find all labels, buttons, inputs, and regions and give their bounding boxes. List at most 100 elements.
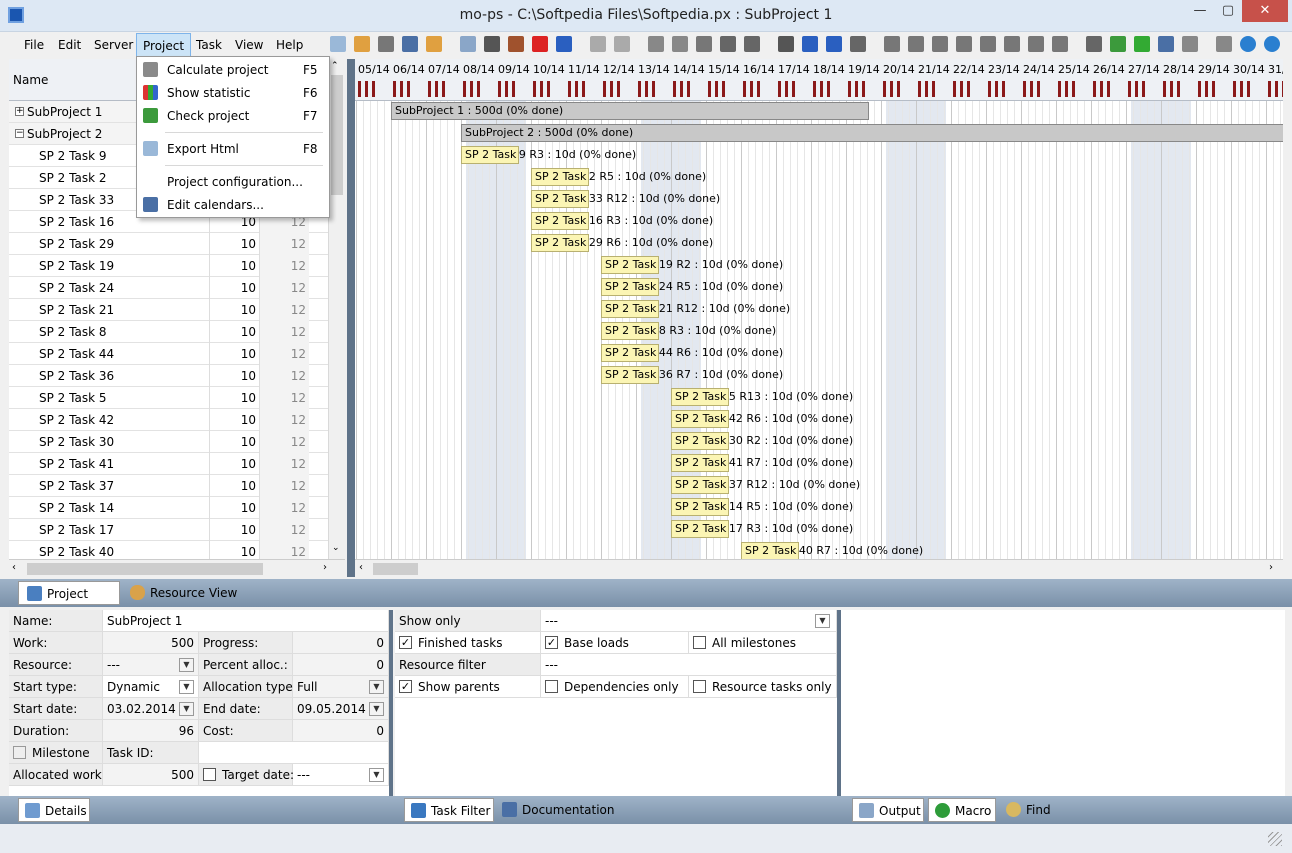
resource-select[interactable]: --- ▼	[103, 654, 199, 676]
refresh-icon[interactable]	[648, 36, 664, 52]
save-icon[interactable]	[378, 36, 394, 52]
table-row[interactable]: SP 2 Task 8 10 12	[9, 321, 336, 343]
name-field[interactable]: SubProject 1	[103, 610, 389, 632]
table-row[interactable]: SP 2 Task 14 10 12	[9, 497, 336, 519]
chevron-down-icon[interactable]: ▼	[179, 702, 194, 716]
end-date-field[interactable]: 09.05.2014 ▼	[293, 698, 389, 720]
open-icon[interactable]	[354, 36, 370, 52]
table-row[interactable]: SP 2 Task 30 10 12	[9, 431, 336, 453]
align-left-icon[interactable]	[884, 36, 900, 52]
panel-divider[interactable]	[389, 610, 393, 822]
chevron-down-icon[interactable]: ▼	[369, 768, 384, 782]
tab-project-view[interactable]: Project View	[18, 581, 120, 625]
show-parents-checkbox[interactable]: ✓	[399, 680, 412, 693]
indent-icon[interactable]	[802, 36, 818, 52]
scroll-thumb[interactable]	[373, 563, 418, 575]
move-up-icon[interactable]	[932, 36, 948, 52]
expand-icon[interactable]: +	[15, 107, 24, 116]
cut-icon[interactable]	[484, 36, 500, 52]
outdent-icon[interactable]	[826, 36, 842, 52]
pane-splitter[interactable]	[347, 59, 355, 577]
undo-icon[interactable]	[590, 36, 606, 52]
menu-task[interactable]: Task	[196, 33, 222, 57]
export-icon[interactable]	[1182, 36, 1198, 52]
target-date-checkbox[interactable]	[203, 768, 216, 781]
close-button[interactable]: ✕	[1242, 0, 1288, 22]
merge-icon[interactable]	[1052, 36, 1068, 52]
level-up-icon[interactable]	[980, 36, 996, 52]
scroll-thumb[interactable]	[331, 75, 343, 195]
chevron-down-icon[interactable]: ▼	[179, 680, 194, 694]
table-row[interactable]: SP 2 Task 37 10 12	[9, 475, 336, 497]
tab-output[interactable]: Output	[852, 798, 924, 822]
menu-project[interactable]: Project	[136, 33, 192, 57]
table-row[interactable]: SP 2 Task 21 10 12	[9, 299, 336, 321]
table-row[interactable]: SP 2 Task 17 10 12	[9, 519, 336, 541]
resource-filter-field[interactable]: ---	[541, 654, 837, 676]
target-date-select[interactable]: --- ▼	[293, 764, 389, 786]
resize-grip-icon[interactable]	[1268, 832, 1282, 846]
tab-task-filter[interactable]: Task Filter	[404, 798, 494, 822]
level-down-icon[interactable]	[1004, 36, 1020, 52]
all-milestones-option[interactable]: All milestones	[689, 632, 837, 654]
redo-icon[interactable]	[614, 36, 630, 52]
tab-find[interactable]: Find	[1000, 798, 1070, 822]
menu-check-project[interactable]: Check project F7	[139, 105, 327, 127]
info-icon[interactable]	[1240, 36, 1256, 52]
print-icon[interactable]	[720, 36, 736, 52]
calculator-icon[interactable]	[1086, 36, 1102, 52]
print-preview-icon[interactable]	[744, 36, 760, 52]
allocation-type-select[interactable]: Full ▼	[293, 676, 389, 698]
save-as-icon[interactable]	[402, 36, 418, 52]
maximize-button[interactable]: ▢	[1214, 0, 1242, 22]
scroll-left-icon[interactable]: ‹	[12, 562, 16, 573]
tab-details[interactable]: Details	[18, 798, 90, 822]
tree-icon[interactable]	[426, 36, 442, 52]
delete-icon[interactable]	[532, 36, 548, 52]
milestone-checkbox[interactable]	[13, 746, 26, 759]
delete-all-icon[interactable]	[556, 36, 572, 52]
link-icon[interactable]	[778, 36, 794, 52]
scroll-right-icon[interactable]: ›	[1269, 562, 1273, 573]
grid-vertical-scrollbar[interactable]: ⌃ ⌄	[328, 59, 345, 559]
scroll-right-icon[interactable]: ›	[323, 562, 327, 573]
milestone-checkbox-row[interactable]: Milestone	[9, 742, 103, 764]
all-milestones-checkbox[interactable]	[693, 636, 706, 649]
scroll-left-icon[interactable]: ‹	[359, 562, 363, 573]
task-id-field[interactable]	[199, 742, 389, 764]
table-row[interactable]: SP 2 Task 40 10 12	[9, 541, 336, 559]
menu-file[interactable]: File	[24, 33, 44, 57]
chevron-down-icon[interactable]: ▼	[369, 680, 384, 694]
base-loads-checkbox[interactable]: ✓	[545, 636, 558, 649]
finished-tasks-checkbox[interactable]: ✓	[399, 636, 412, 649]
minimize-button[interactable]: —	[1186, 0, 1214, 22]
gantt-chart[interactable]: 05/14 06/14 07/14 08/14 09/14 10/14 11/14 12/14…	[355, 59, 1283, 559]
start-date-field[interactable]: 03.02.2014 ▼	[103, 698, 199, 720]
zoom-in-icon[interactable]	[672, 36, 688, 52]
table-row[interactable]: SP 2 Task 5 10 12	[9, 387, 336, 409]
tab-macro[interactable]: Macro	[928, 798, 996, 822]
new-doc-icon[interactable]	[330, 36, 346, 52]
collapse-icon[interactable]: −	[15, 129, 24, 138]
move-down-icon[interactable]	[956, 36, 972, 52]
summary-bar[interactable]: SubProject 1 : 500d (0% done)	[391, 102, 869, 120]
paste-icon[interactable]	[508, 36, 524, 52]
resource-tasks-only-checkbox[interactable]	[693, 680, 706, 693]
align-right-icon[interactable]	[908, 36, 924, 52]
menu-project-configuration[interactable]: Project configuration...	[139, 171, 327, 193]
menu-edit[interactable]: Edit	[58, 33, 81, 57]
chart-icon[interactable]	[1134, 36, 1150, 52]
table-row[interactable]: SP 2 Task 36 10 12	[9, 365, 336, 387]
menu-show-statistic[interactable]: Show statistic F6	[139, 82, 327, 104]
tab-documentation[interactable]: Documentation	[496, 798, 616, 822]
resource-tasks-only-option[interactable]: Resource tasks only	[689, 676, 837, 698]
tab-resource-view[interactable]: Resource View	[122, 581, 242, 605]
column-name-header[interactable]: Name	[13, 73, 48, 87]
scroll-down-icon[interactable]: ⌄	[332, 543, 340, 553]
chevron-down-icon[interactable]: ▼	[815, 614, 830, 628]
show-only-select[interactable]: --- ▼	[541, 610, 837, 632]
table-row[interactable]: SP 2 Task 44 10 12	[9, 343, 336, 365]
table-row[interactable]: SP 2 Task 29 10 12	[9, 233, 336, 255]
menu-edit-calendars[interactable]: Edit calendars...	[139, 194, 327, 216]
menu-server[interactable]: Server	[94, 33, 133, 57]
